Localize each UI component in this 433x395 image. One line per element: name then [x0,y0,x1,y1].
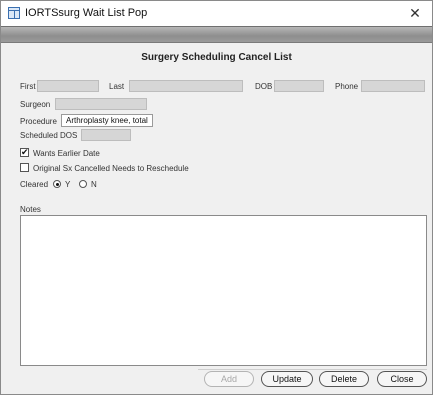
last-name-field[interactable] [129,80,243,92]
dob-label: DOB [255,82,273,91]
phone-field[interactable] [361,80,425,92]
first-name-label: First [20,82,36,91]
cleared-yes-radio[interactable] [53,180,61,188]
close-button[interactable]: Close [377,371,427,387]
last-name-label: Last [109,82,125,91]
cleared-no-radio[interactable] [79,180,87,188]
procedure-field[interactable]: Arthroplasty knee, total [61,114,153,127]
dob-field[interactable] [274,80,324,92]
first-name-field[interactable] [37,80,99,92]
scheduled-dos-field[interactable] [81,129,131,141]
close-icon[interactable]: ✕ [406,4,424,22]
phone-label: Phone [335,82,359,91]
original-cancelled-label: Original Sx Cancelled Needs to Reschedul… [33,164,189,173]
app-icon [8,7,20,19]
toolbar-band [1,26,432,43]
button-divider [198,369,427,370]
window-title: IORTSsurg Wait List Pop [25,7,148,19]
procedure-value: Arthroplasty knee, total [66,116,148,125]
scheduled-dos-label: Scheduled DOS [20,131,78,140]
wants-earlier-date-checkbox[interactable]: ✔ [20,147,29,157]
procedure-label: Procedure [20,117,57,126]
title-bar[interactable]: IORTSsurg Wait List Pop ✕ [1,1,432,26]
surgeon-field[interactable] [55,98,147,110]
add-button[interactable]: Add [204,371,254,387]
delete-button[interactable]: Delete [319,371,369,387]
original-cancelled-checkbox[interactable] [20,163,29,172]
checkmark-icon: ✔ [21,147,29,157]
notes-label: Notes [20,205,41,214]
cleared-yes-label: Y [65,180,71,189]
notes-textarea[interactable] [20,215,427,366]
update-button[interactable]: Update [261,371,313,387]
surgeon-label: Surgeon [20,100,51,109]
wait-list-window: IORTSsurg Wait List Pop ✕ Surgery Schedu… [0,0,433,395]
cleared-no-label: N [91,180,97,189]
wants-earlier-date-label: Wants Earlier Date [33,149,100,158]
cleared-label: Cleared [20,180,49,189]
page-title: Surgery Scheduling Cancel List [141,52,292,63]
